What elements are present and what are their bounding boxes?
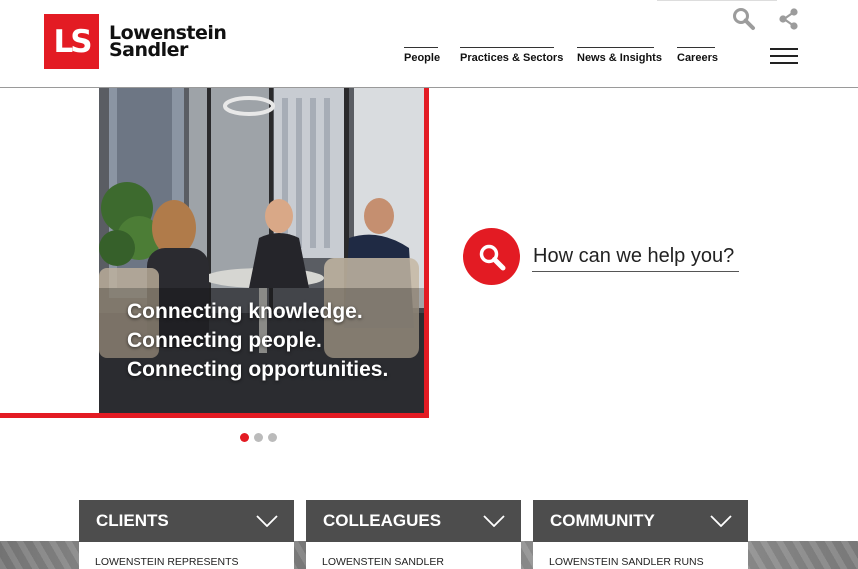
slider-dot-1[interactable] xyxy=(240,433,249,442)
magnifier-icon xyxy=(479,244,505,270)
share-icon[interactable] xyxy=(777,7,801,36)
hero-tagline: Connecting knowledge. Connecting people.… xyxy=(127,297,388,384)
search-input[interactable] xyxy=(532,241,739,272)
hero-line-3: Connecting opportunities. xyxy=(127,358,389,381)
card-header: CLIENTS xyxy=(79,500,294,542)
nav-item-news-insights[interactable]: News & Insights xyxy=(577,47,662,64)
chevron-down-icon[interactable] xyxy=(710,515,732,527)
logo-name-line2: Sandler xyxy=(109,38,188,61)
card-subtitle: LOWENSTEIN SANDLER RUNS xyxy=(549,556,704,568)
nav-item-careers[interactable]: Careers xyxy=(677,47,718,64)
nav-item-practices-sectors[interactable]: Practices & Sectors xyxy=(460,47,563,64)
search-icon[interactable] xyxy=(732,7,756,36)
logo-mark: LS xyxy=(44,14,99,69)
hamburger-menu-icon[interactable] xyxy=(770,48,798,64)
chevron-down-icon[interactable] xyxy=(483,515,505,527)
card-title: COLLEAGUES xyxy=(323,511,442,530)
card-community[interactable]: COMMUNITY LOWENSTEIN SANDLER RUNS xyxy=(533,500,748,569)
card-colleagues[interactable]: COLLEAGUES LOWENSTEIN SANDLER xyxy=(306,500,521,569)
slider-dots xyxy=(240,433,277,442)
chevron-down-icon[interactable] xyxy=(256,515,278,527)
hero-line-1: Connecting knowledge. xyxy=(127,300,363,323)
logo-wordmark: Lowenstein Sandler xyxy=(109,23,227,61)
card-header: COMMUNITY xyxy=(533,500,748,542)
card-title: CLIENTS xyxy=(96,511,169,530)
nav-item-people[interactable]: People xyxy=(404,47,440,64)
card-clients[interactable]: CLIENTS LOWENSTEIN REPRESENTS xyxy=(79,500,294,569)
card-subtitle: LOWENSTEIN SANDLER xyxy=(322,556,444,568)
header-divider xyxy=(657,0,777,1)
site-header: LS Lowenstein Sandler People Practices &… xyxy=(0,0,858,88)
card-header: COLLEAGUES xyxy=(306,500,521,542)
logo[interactable]: LS Lowenstein Sandler xyxy=(44,14,227,69)
search-button[interactable] xyxy=(463,228,520,285)
hero-line-2: Connecting people. xyxy=(127,329,322,352)
slider-dot-2[interactable] xyxy=(254,433,263,442)
slider-dot-3[interactable] xyxy=(268,433,277,442)
card-subtitle: LOWENSTEIN REPRESENTS xyxy=(95,556,239,568)
card-title: COMMUNITY xyxy=(550,511,655,530)
